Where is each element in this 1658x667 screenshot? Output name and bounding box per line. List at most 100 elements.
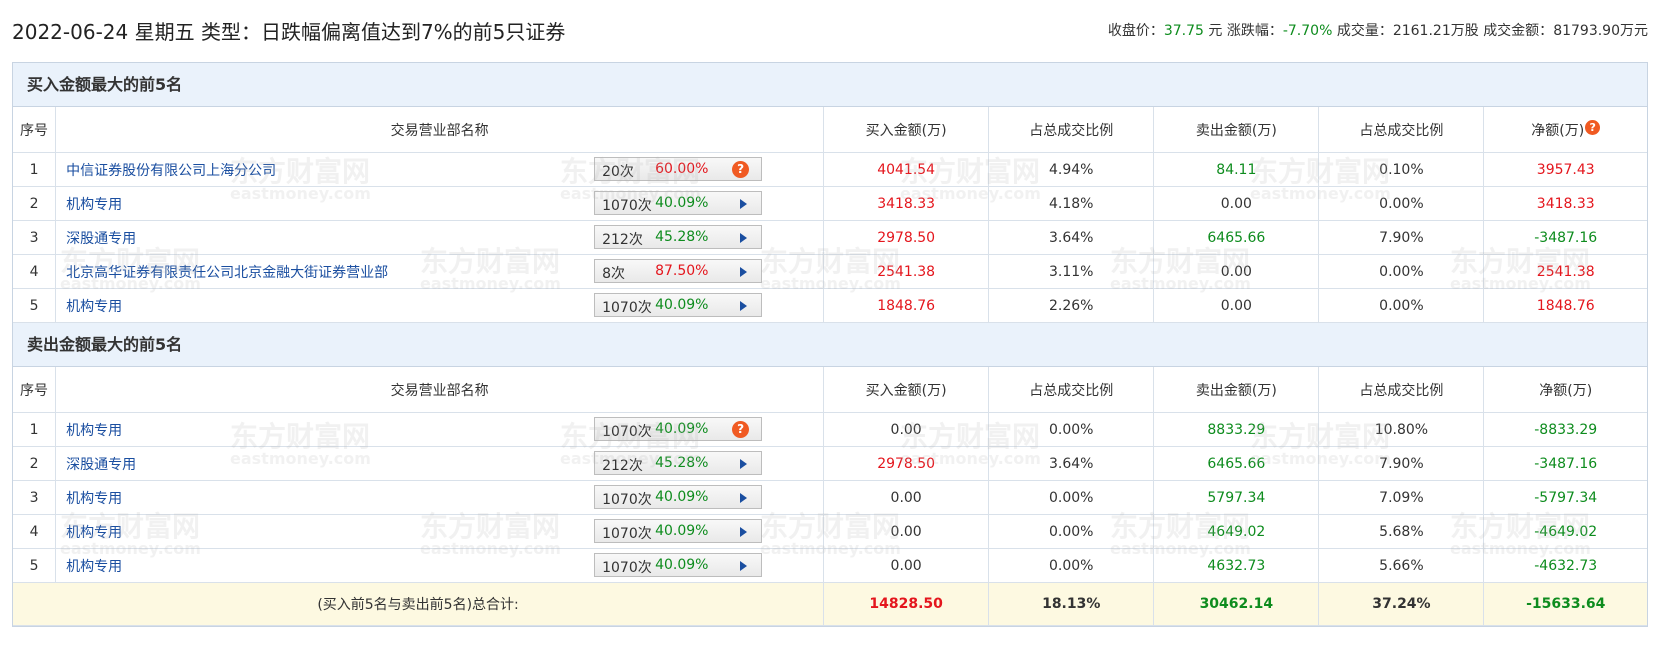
col-name: 交易营业部名称 [55,107,825,153]
arrow-right-icon[interactable] [740,199,748,209]
col-sell-ratio: 占总成交比例 [1318,107,1485,153]
broker-stats-badge[interactable]: 1070次 40.09% [594,553,763,577]
table-row: 2 机构专用 1070次 40.09% 3418.33 4.18% 0.00 0.00% 341… [13,186,1647,221]
broker-name-link[interactable]: 机构专用 [66,488,122,508]
col-name: 交易营业部名称 [55,367,825,413]
trade-count: 212次 [602,232,643,248]
close-price-unit: 元 [1208,23,1223,39]
total-net: -15633.64 [1483,582,1647,626]
table-row: 5 机构专用 1070次 40.09% 0.00 0.00% 4632.73 5.66% -46… [13,548,1647,583]
total-sell: 30462.14 [1153,582,1320,626]
row-sell-ratio: 7.90% [1318,220,1485,255]
col-seq: 序号 [13,107,57,153]
row-seq: 5 [13,288,57,323]
row-buy-ratio: 4.18% [988,186,1155,221]
total-sell-ratio: 37.24% [1318,582,1485,626]
row-net: -4649.02 [1483,514,1647,549]
arrow-right-icon[interactable] [740,561,748,571]
trade-count: 8次 [602,266,626,282]
table-row: 5 机构专用 1070次 40.09% 1848.76 2.26% 0.00 0.00% 184… [13,288,1647,323]
row-seq: 2 [13,186,57,221]
trade-count: 1070次 [602,300,652,316]
success-rate: 40.09% [655,421,709,437]
broker-name-link[interactable]: 机构专用 [66,296,122,316]
row-net: 2541.38 [1483,254,1647,289]
table-row: 3 深股通专用 212次 45.28% 2978.50 3.64% 6465.66 7.90%… [13,220,1647,255]
arrow-right-icon[interactable] [740,301,748,311]
page-title: 2022-06-24 星期五 类型：日跌幅偏离值达到7%的前5只证券 [12,20,566,44]
row-seq: 3 [13,480,57,515]
broker-stats-badge[interactable]: 212次 45.28% [594,451,763,475]
row-buy-ratio: 0.00% [988,480,1155,515]
volume-label: 成交量： [1336,23,1393,39]
row-name-cell: 机构专用 1070次 40.09% [55,480,825,515]
broker-stats-badge[interactable]: 1070次 40.09% [594,293,763,317]
help-icon[interactable]: ? [732,161,750,178]
col-buy: 买入金额(万) [823,367,990,413]
broker-stats-badge[interactable]: 1070次 40.09% [594,485,763,509]
row-net: -3487.16 [1483,446,1647,481]
row-sell-ratio: 7.09% [1318,480,1485,515]
broker-name-link[interactable]: 机构专用 [66,420,122,440]
broker-stats-badge[interactable]: 1070次 40.09% [594,191,763,215]
row-name-cell: 机构专用 1070次 40.09% [55,288,825,323]
broker-name-link[interactable]: 深股通专用 [66,228,136,248]
arrow-right-icon[interactable] [740,233,748,243]
help-icon[interactable]: ? [1585,119,1601,135]
broker-name-link[interactable]: 机构专用 [66,556,122,576]
row-sell: 0.00 [1153,254,1320,289]
row-name-cell: 机构专用 1070次 40.09%? [55,412,825,447]
broker-stats-badge[interactable]: 212次 45.28% [594,225,763,249]
trade-count: 212次 [602,458,643,474]
success-rate: 45.28% [655,229,709,245]
row-net: -5797.34 [1483,480,1647,515]
row-net: 3418.33 [1483,186,1647,221]
row-buy: 0.00 [823,412,990,447]
help-icon[interactable]: ? [732,421,750,438]
row-sell-ratio: 0.00% [1318,254,1485,289]
arrow-right-icon[interactable] [740,493,748,503]
broker-name-link[interactable]: 深股通专用 [66,454,136,474]
trade-count: 1070次 [602,526,652,542]
row-buy-ratio: 4.94% [988,152,1155,187]
row-seq: 2 [13,446,57,481]
success-rate: 40.09% [655,523,709,539]
total-buy: 14828.50 [823,582,990,626]
row-buy: 1848.76 [823,288,990,323]
broker-stats-badge[interactable]: 1070次 40.09%? [594,417,763,441]
dragon-tiger-table: 买入金额最大的前5名 序号 交易营业部名称 买入金额(万) 占总成交比例 卖出金… [12,62,1648,627]
arrow-right-icon[interactable] [740,459,748,469]
row-net: -3487.16 [1483,220,1647,255]
row-seq: 5 [13,548,57,583]
total-label: (买入前5名与卖出前5名)总合计: [13,582,825,626]
col-buy-ratio: 占总成交比例 [988,107,1155,153]
row-sell-ratio: 0.10% [1318,152,1485,187]
arrow-right-icon[interactable] [740,267,748,277]
table-header-row: 序号 交易营业部名称 买入金额(万) 占总成交比例 卖出金额(万) 占总成交比例… [13,107,1647,153]
quote-summary: 收盘价：37.75 元 涨跌幅：-7.70% 成交量：2161.21万股 成交金… [1108,20,1648,40]
success-rate: 40.09% [655,557,709,573]
broker-name-link[interactable]: 中信证券股份有限公司上海分公司 [66,160,276,180]
row-buy: 0.00 [823,514,990,549]
row-buy: 3418.33 [823,186,990,221]
broker-stats-badge[interactable]: 1070次 40.09% [594,519,763,543]
row-name-cell: 深股通专用 212次 45.28% [55,220,825,255]
table-row: 2 深股通专用 212次 45.28% 2978.50 3.64% 6465.66 7.90%… [13,446,1647,481]
row-buy-ratio: 0.00% [988,412,1155,447]
row-sell-ratio: 0.00% [1318,288,1485,323]
col-seq: 序号 [13,367,57,413]
broker-stats-badge[interactable]: 20次 60.00%? [594,157,763,181]
trade-count: 20次 [602,164,634,180]
success-rate: 87.50% [655,263,709,279]
broker-name-link[interactable]: 北京高华证券有限责任公司北京金融大街证券营业部 [66,262,388,282]
row-sell: 0.00 [1153,288,1320,323]
amount-value: 81793.90万元 [1553,23,1648,39]
buy-table: 序号 交易营业部名称 买入金额(万) 占总成交比例 卖出金额(万) 占总成交比例… [13,107,1647,323]
arrow-right-icon[interactable] [740,527,748,537]
success-rate: 40.09% [655,489,709,505]
trade-count: 1070次 [602,424,652,440]
col-net: 净额(万)? [1483,107,1647,153]
broker-stats-badge[interactable]: 8次 87.50% [594,259,763,283]
broker-name-link[interactable]: 机构专用 [66,522,122,542]
broker-name-link[interactable]: 机构专用 [66,194,122,214]
